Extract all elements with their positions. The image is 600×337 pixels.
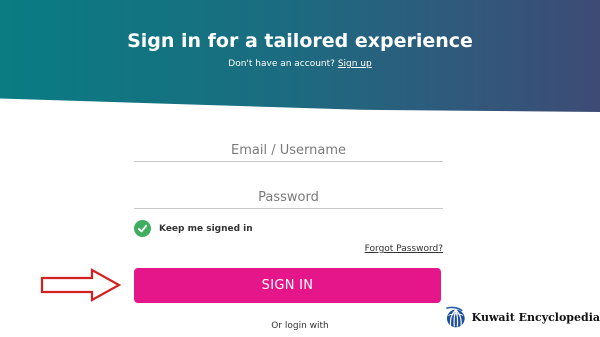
email-username-input[interactable]	[134, 140, 443, 162]
sign-up-link[interactable]: Sign up	[338, 59, 372, 69]
sign-in-button[interactable]: SIGN IN	[134, 268, 441, 303]
password-input[interactable]	[134, 187, 443, 209]
kuwait-encyclopedia-logo-icon	[446, 306, 465, 328]
keep-signed-in-label: Keep me signed in	[159, 223, 253, 234]
page-title: Sign in for a tailored experience	[127, 30, 473, 52]
checkmark-icon[interactable]	[134, 220, 151, 237]
header-banner	[0, 0, 600, 112]
watermark-text: Kuwait Encyclopedia	[471, 310, 600, 324]
keep-signed-in-checkbox[interactable]: Keep me signed in	[134, 220, 253, 237]
kuwait-encyclopedia-watermark: Kuwait Encyclopedia	[442, 297, 600, 337]
no-account-text: Don't have an account?	[228, 59, 335, 69]
red-outline-arrow-icon	[40, 268, 122, 302]
signup-prompt: Don't have an account? Sign up	[0, 59, 600, 69]
forgot-password-link[interactable]: Forgot Password?	[365, 244, 443, 254]
